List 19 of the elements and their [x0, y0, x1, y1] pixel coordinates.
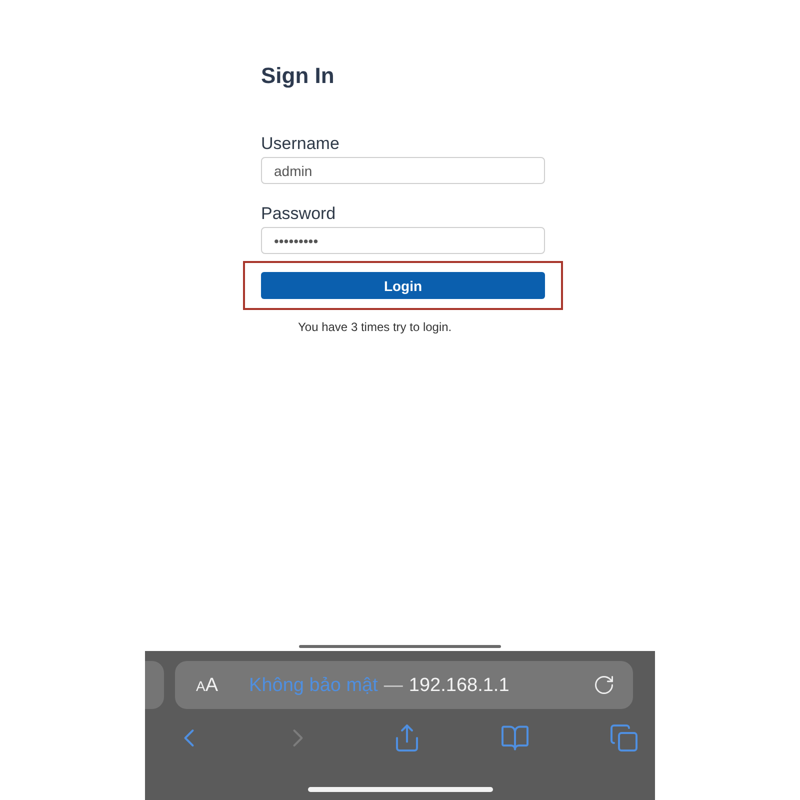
page-title: Sign In — [261, 62, 334, 90]
address-bar[interactable]: AA Không bảo mật — 192.168.1.1 — [175, 661, 633, 709]
reload-icon — [593, 674, 615, 696]
field-label: Password — [261, 203, 336, 225]
previous-tab-pill[interactable] — [145, 661, 164, 709]
site-address: 192.168.1.1 — [408, 676, 510, 694]
separator-dash: — — [384, 676, 403, 694]
input-field[interactable]: admin — [261, 157, 545, 184]
input-field[interactable]: ••••••••• — [261, 227, 545, 254]
text-size-button[interactable]: AA — [196, 676, 218, 694]
field-label: Username — [261, 133, 340, 155]
bookmarks-button[interactable] — [500, 723, 530, 753]
login-attempts-message: You have 3 times try to login. — [298, 319, 452, 335]
security-warning: Không bảo mật — [249, 676, 378, 694]
tabs-button[interactable] — [609, 723, 639, 753]
reload-button[interactable] — [593, 674, 615, 696]
overlapping-squares-icon — [609, 723, 639, 753]
login-button[interactable]: Login — [261, 272, 545, 299]
open-book-icon — [500, 723, 530, 753]
